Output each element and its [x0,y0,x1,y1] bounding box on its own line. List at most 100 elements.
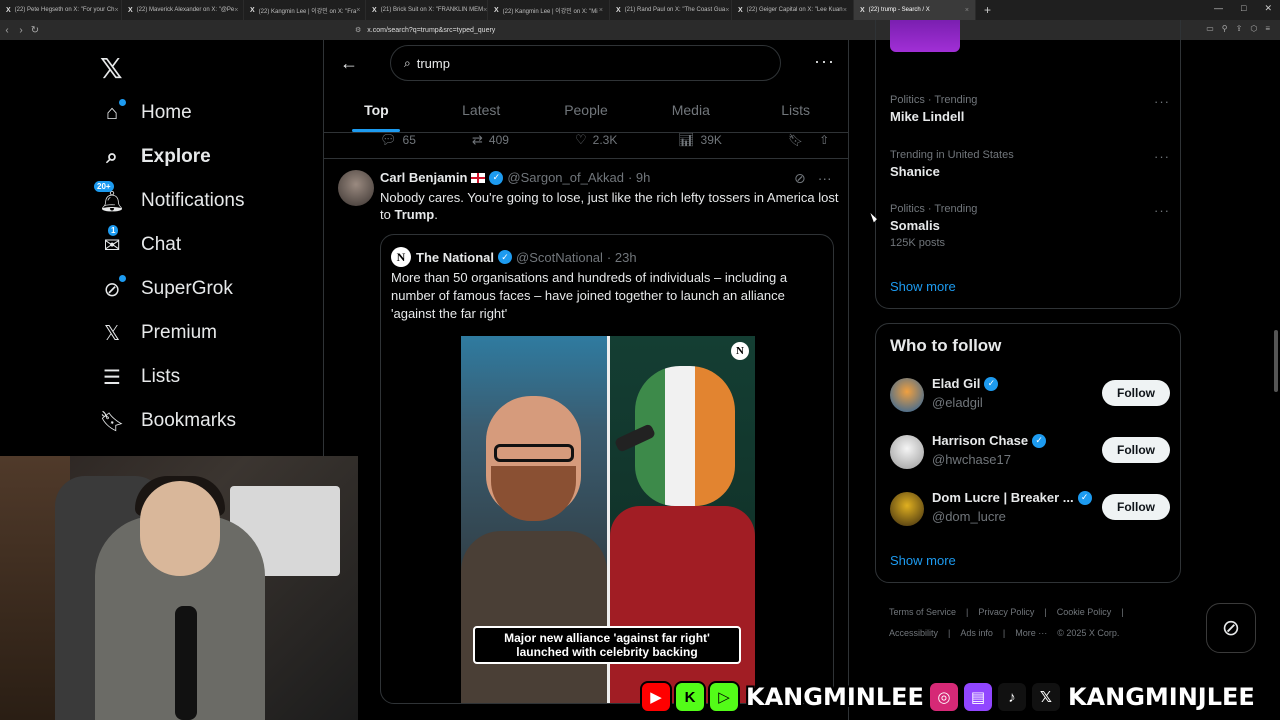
tab-top[interactable]: Top [324,90,429,130]
nav-bookmarks[interactable]: 🔖︎ Bookmarks [99,401,236,441]
browser-tab[interactable]: X (22) Kangmin Lee | 이강민 on X: "Fra × [244,0,366,20]
post[interactable]: Carl Benjamin ✓ @Sargon_of_Akkad · 9h ⊘ … [324,159,848,720]
tab-media[interactable]: Media [638,90,743,130]
quoted-post[interactable]: N The National ✓ @ScotNational · 23h Mor… [380,234,834,704]
post-time[interactable]: · 9h [628,170,650,185]
grok-icon[interactable]: ⊘ [794,170,806,187]
search-input[interactable]: ⌕ trump [390,45,781,81]
share-icon[interactable]: ⇧ [819,133,829,147]
forward-icon[interactable]: › [14,25,28,36]
nav-lists[interactable]: ☰ Lists [100,357,180,397]
close-tab-icon[interactable]: × [725,7,729,14]
extension-icon[interactable]: ⬡ [1250,24,1257,33]
more-options-icon[interactable]: ··· [1154,149,1170,164]
footer-link[interactable]: Cookie Policy [1057,607,1112,617]
minimize-icon[interactable]: — [1214,3,1223,14]
banner-handle: KANGMINLEE [746,683,924,711]
reload-icon[interactable]: ↻ [28,25,42,36]
nav-supergrok[interactable]: ⊘ SuperGrok [100,269,233,309]
footer-more-link[interactable]: More ··· [1015,628,1047,638]
back-arrow-icon[interactable]: ← [340,53,358,74]
browser-tab[interactable]: X (22) Maverick Alexander on X: "@Pe × [122,0,244,20]
nav-explore[interactable]: ⌕ Explore [100,137,211,177]
trends-show-more-link[interactable]: Show more [890,279,956,294]
author-name[interactable]: Carl Benjamin [380,170,467,185]
avatar[interactable] [890,492,924,526]
tab-people[interactable]: People [534,90,639,130]
england-flag-icon [471,172,486,183]
browser-tab[interactable]: X (21) Rand Paul on X: "The Coast Gua × [610,0,732,20]
browser-tab[interactable]: X (22) Kangmin Lee | 이강민 on X: "Mi × [488,0,610,20]
account-name: Elad Gil [932,376,981,391]
footer-link[interactable]: Accessibility [889,628,938,638]
bell-icon: 🔔︎ 20+ [94,181,125,213]
more-options-icon[interactable]: ··· [1154,94,1170,109]
like-button[interactable]: ♡ 2.3K [575,132,678,148]
zoom-icon[interactable]: ⚲ [1222,24,1228,33]
browser-tab-active[interactable]: X (22) trump - Search / X × [854,0,976,20]
nav-notifications[interactable]: 🔔︎ 20+ Notifications [94,181,245,221]
scrollbar[interactable] [1274,330,1278,392]
new-tab-icon[interactable]: + [984,3,991,17]
avatar[interactable] [890,435,924,469]
copyright: © 2025 X Corp. [1057,628,1120,638]
follow-suggestion[interactable]: Elad Gil ✓ @eladgil Follow [890,376,1170,416]
tab-latest[interactable]: Latest [429,90,534,130]
follow-button[interactable]: Follow [1102,494,1170,520]
footer-link[interactable]: Privacy Policy [978,607,1034,617]
views-button[interactable]: 📊︎ 39K [678,132,788,148]
views-icon: 📊︎ [678,132,695,147]
url-field[interactable]: ⚙ x.com/search?q=trump&src=typed_query [355,23,915,37]
trend-item[interactable]: Politics · Trending Somalis 125K posts ·… [890,203,1170,249]
close-tab-icon[interactable]: × [965,7,969,14]
avatar[interactable] [338,170,374,206]
avatar[interactable] [890,378,924,412]
nav-premium[interactable]: 𝕏 Premium [100,313,217,353]
nav-home[interactable]: ⌂ Home [100,93,192,133]
repost-button[interactable]: ⇄ 409 [472,132,575,148]
screen-icon[interactable]: ▭ [1206,24,1214,33]
footer-link[interactable]: Ads info [960,628,993,638]
follow-show-more-link[interactable]: Show more [890,553,956,568]
bookmark-icon[interactable]: 🔖︎ [788,133,803,147]
close-tab-icon[interactable]: × [356,7,360,14]
national-logo-icon: N [731,342,749,360]
more-options-icon[interactable]: ··· [1154,203,1170,218]
footer-link[interactable]: Terms of Service [889,607,956,617]
close-window-icon[interactable]: ✕ [1264,3,1272,14]
reply-button[interactable]: 💬︎ 65 [380,132,472,148]
trend-item[interactable]: Trending in United States Shanice ··· [890,149,1170,179]
share-icon[interactable]: ⇪ [1236,24,1243,33]
close-tab-icon[interactable]: × [599,7,603,14]
trend-item[interactable]: Politics · Trending Mike Lindell ··· [890,94,1170,124]
browser-tab[interactable]: X (22) Pete Hegseth on X: "For your Ch × [0,0,122,20]
close-tab-icon[interactable]: × [115,7,119,14]
verified-badge-icon: ✓ [489,170,504,185]
more-options-icon[interactable]: ··· [814,51,835,72]
browser-tab[interactable]: X (22) Geiger Capital on X: "Lee Kuan × [732,0,854,20]
browser-tab[interactable]: X (21) Brick Suit on X: "FRANKLIN MEM × [366,0,488,20]
maximize-icon[interactable]: □ [1241,3,1246,14]
quote-image[interactable]: N Major new alliance 'against far right'… [461,336,755,703]
follow-button[interactable]: Follow [1102,380,1170,406]
grok-floating-button[interactable]: ⊘ [1206,603,1256,653]
verified-badge-icon: ✓ [1077,490,1092,505]
follow-suggestion[interactable]: Harrison Chase ✓ @hwchase17 Follow [890,433,1170,473]
follow-suggestion[interactable]: Dom Lucre | Breaker ... ✓ @dom_lucre Foll… [890,490,1170,530]
nav-label: SuperGrok [141,278,233,299]
nav-chat[interactable]: ✉ 1 Chat [100,225,181,265]
more-options-icon[interactable]: ··· [818,170,832,187]
list-icon: ☰ [103,366,121,389]
close-tab-icon[interactable]: × [843,7,847,14]
x-logo-icon[interactable]: 𝕏 [100,52,123,85]
site-info-icon[interactable]: ⚙ [355,26,361,34]
home-icon: ⌂ [100,99,126,125]
menu-icon[interactable]: ≡ [1265,24,1270,33]
close-tab-icon[interactable]: × [234,7,238,14]
close-tab-icon[interactable]: × [483,7,487,14]
back-icon[interactable]: ‹ [0,25,14,36]
author-handle[interactable]: @Sargon_of_Akkad [507,170,624,185]
tab-lists[interactable]: Lists [743,90,848,130]
nav-label: Explore [141,146,211,167]
follow-button[interactable]: Follow [1102,437,1170,463]
